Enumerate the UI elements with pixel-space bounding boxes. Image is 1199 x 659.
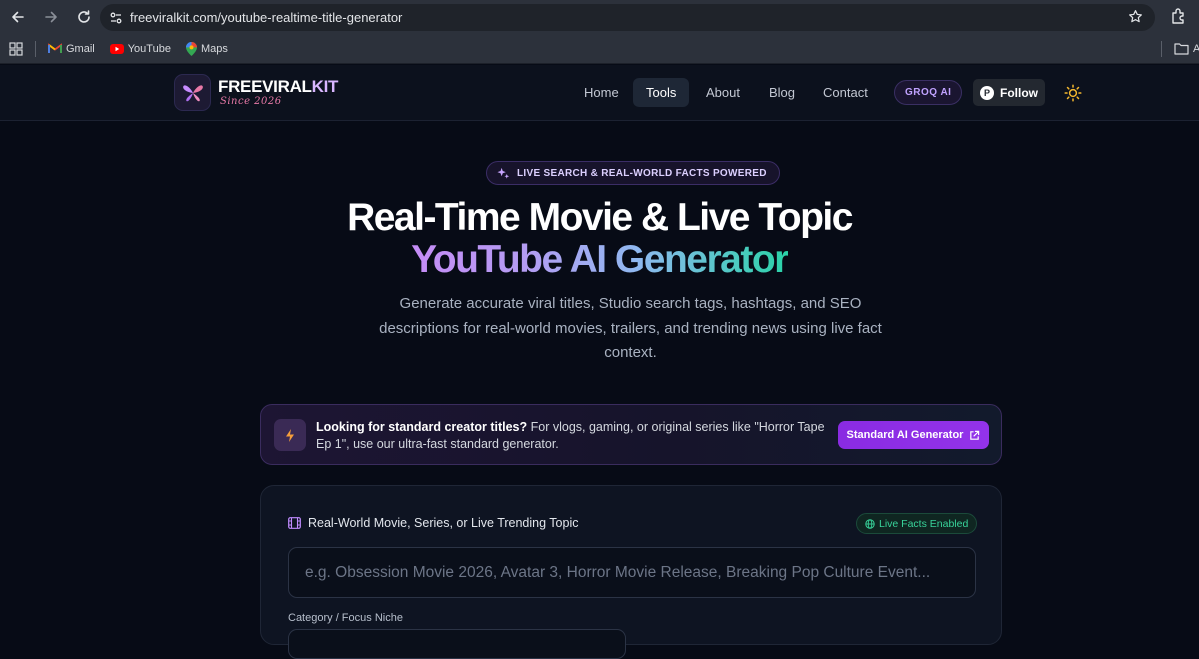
gmail-icon xyxy=(48,43,62,53)
follow-label: Follow xyxy=(1000,85,1038,100)
patreon-icon: P xyxy=(980,85,994,100)
standard-ai-generator-button[interactable]: Standard AI Generator xyxy=(838,421,989,449)
logo-wordmark[interactable]: FREEVIRALKIT xyxy=(218,77,338,97)
topic-label: Real-World Movie, Series, or Live Trendi… xyxy=(288,516,579,530)
sparkles-icon xyxy=(497,167,510,179)
bookmarks-divider xyxy=(1161,41,1162,57)
external-link-icon xyxy=(970,430,980,440)
back-button[interactable] xyxy=(3,2,33,32)
bookmark-label: YouTube xyxy=(127,42,171,55)
butterfly-icon xyxy=(182,84,203,101)
bolt-icon xyxy=(274,419,306,451)
logo-mark[interactable] xyxy=(174,74,211,111)
apps-grid-icon[interactable] xyxy=(9,41,23,56)
maps-pin-icon xyxy=(185,41,197,56)
hero-title: Real-Time Movie & Live Topic xyxy=(347,196,853,239)
youtube-icon xyxy=(109,43,124,54)
bookmark-label: Gmail xyxy=(66,42,95,55)
nav-tools[interactable]: Tools xyxy=(633,78,690,107)
nav-home[interactable]: Home xyxy=(571,78,632,107)
topic-input[interactable] xyxy=(288,547,976,598)
bookmark-maps[interactable]: Maps xyxy=(185,41,228,56)
arrow-left-icon xyxy=(12,11,24,23)
bookmarks-bar: Gmail YouTube Maps A xyxy=(0,34,1199,64)
browser-toolbar: freeviralkit.com/youtube-realtime-title-… xyxy=(0,0,1199,34)
banner-text: Looking for standard creator titles? For… xyxy=(316,419,836,453)
bookmark-youtube[interactable]: YouTube xyxy=(109,42,171,55)
film-icon xyxy=(288,517,301,529)
bookmarks-right: A xyxy=(1161,34,1199,64)
theme-toggle-sun-icon[interactable] xyxy=(1064,84,1082,102)
nav-about[interactable]: About xyxy=(693,78,753,107)
forward-button[interactable] xyxy=(36,2,66,32)
url-text[interactable]: freeviralkit.com/youtube-realtime-title-… xyxy=(130,10,402,25)
globe-icon xyxy=(865,518,875,529)
hero-description: Generate accurate viral titles, Studio s… xyxy=(379,295,882,361)
live-facts-text: Live Facts Enabled xyxy=(879,517,969,530)
bookmarks-divider xyxy=(35,40,36,57)
logo-text-part2: KIT xyxy=(311,77,339,96)
reload-button[interactable] xyxy=(69,2,99,32)
live-facts-badge: Live Facts Enabled xyxy=(856,513,978,534)
follow-button[interactable]: P Follow xyxy=(973,79,1045,106)
bookmark-gmail[interactable]: Gmail xyxy=(48,43,95,55)
nav-blog[interactable]: Blog xyxy=(756,78,808,107)
reload-icon xyxy=(78,10,90,23)
address-bar[interactable]: freeviralkit.com/youtube-realtime-title-… xyxy=(100,4,1155,31)
site-info-icon[interactable] xyxy=(106,8,126,28)
topic-label-text: Real-World Movie, Series, or Live Trendi… xyxy=(308,516,579,530)
bookmark-label: Maps xyxy=(200,42,228,55)
site-header: FREEVIRALKIT Since 2026 Home Tools About… xyxy=(0,65,1199,121)
hero-title-gradient-text: YouTube AI Generator xyxy=(411,238,789,281)
standard-generator-banner: Looking for standard creator titles? For… xyxy=(260,404,1002,465)
category-label: Category / Focus Niche xyxy=(288,612,403,624)
nav-contact[interactable]: Contact xyxy=(810,78,881,107)
arrow-right-icon xyxy=(45,11,57,23)
extensions-icon[interactable] xyxy=(1171,7,1187,25)
bookmark-folder-label[interactable]: A xyxy=(1193,43,1199,55)
logo-tagline: Since 2026 xyxy=(220,96,282,107)
hero-badge-text: LIVE SEARCH & REAL-WORLD FACTS POWERED xyxy=(517,167,767,179)
folder-icon[interactable] xyxy=(1174,43,1189,55)
bookmark-star-icon[interactable] xyxy=(1128,9,1143,24)
logo-text-part1: FREEVIRAL xyxy=(218,77,312,96)
hero-title-gradient: YouTube AI Generator xyxy=(0,238,1199,282)
groq-ai-button[interactable]: GROQ AI xyxy=(894,80,963,105)
hero-badge: LIVE SEARCH & REAL-WORLD FACTS POWERED xyxy=(486,161,780,185)
banner-text-bold: Looking for standard creator titles? xyxy=(316,420,528,434)
banner-button-label: Standard AI Generator xyxy=(846,429,964,441)
category-select[interactable] xyxy=(288,629,626,659)
generator-form-card: Real-World Movie, Series, or Live Trendi… xyxy=(260,485,1002,659)
